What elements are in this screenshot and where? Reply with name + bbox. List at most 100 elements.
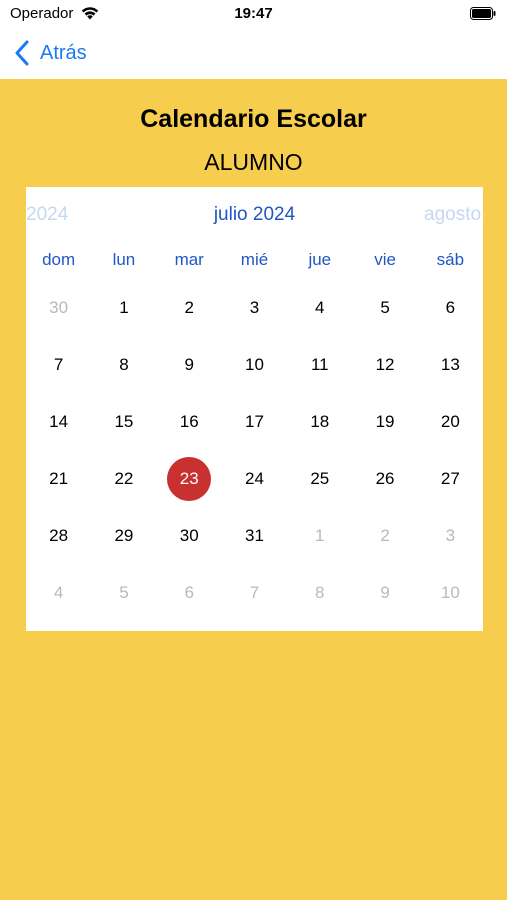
calendar-day[interactable]: 25 [287,450,352,507]
calendar-grid: 30 1 2 3 4 5 6 7 8 9 10 11 12 13 14 15 16 17 18 19 20 21 22 23 2… [26,279,483,621]
selected-day[interactable]: 23 [157,450,222,507]
calendar-day[interactable]: 8 [287,564,352,621]
day-number: 26 [375,468,395,488]
current-month-label[interactable]: julio 2024 [26,204,483,226]
day-number: 16 [179,411,199,431]
calendar-day[interactable]: 6 [157,564,222,621]
page-subtitle: ALUMNO [204,149,303,175]
calendar-day[interactable]: 2 [157,279,222,336]
calendar-day[interactable]: 6 [418,279,483,336]
day-number: 8 [315,582,325,602]
day-number: 1 [315,525,325,545]
day-number: 13 [440,354,460,374]
day-number: 15 [114,411,134,431]
day-number: 6 [445,297,456,317]
day-number: 23 [167,456,212,501]
calendar-day[interactable]: 8 [91,336,156,393]
calendar-day[interactable]: 26 [352,450,417,507]
calendar-day[interactable]: 28 [26,507,91,564]
day-number: 18 [310,411,330,431]
day-number: 3 [249,297,260,317]
calendar-day[interactable]: 7 [26,336,91,393]
calendar-day[interactable]: 24 [222,450,287,507]
day-number: 2 [184,297,194,317]
day-number: 5 [119,582,129,602]
weekday-label: mié [240,250,269,269]
calendar-day[interactable]: 27 [418,450,483,507]
back-button[interactable]: Atrás [14,38,87,68]
day-number: 2 [380,525,390,545]
day-number: 4 [315,297,325,317]
calendar-day[interactable]: 30 [157,507,222,564]
calendar-day[interactable]: 31 [222,507,287,564]
day-number: 17 [245,411,264,431]
calendar-day[interactable]: 12 [352,336,417,393]
calendar-day[interactable]: 17 [222,393,287,450]
calendar-week-row: 21 22 23 24 25 26 27 [26,450,483,507]
navigation-bar: Atrás [0,30,507,79]
calendar-day[interactable]: 20 [418,393,483,450]
content-area: Calendario Escolar ALUMNO 2024 julio 202… [0,79,507,900]
calendar-day[interactable]: 11 [287,336,352,393]
calendar-week-row: 4 5 6 7 8 9 10 [26,564,483,621]
calendar-week-row: 14 15 16 17 18 19 20 [26,393,483,450]
calendar-day[interactable]: 7 [222,564,287,621]
calendar-day[interactable]: 5 [352,279,417,336]
day-number: 20 [440,411,460,431]
calendar: 2024 julio 2024 agosto dom lun mar mié jue vi… [26,187,483,631]
calendar-day[interactable]: 14 [26,393,91,450]
calendar-day[interactable]: 10 [222,336,287,393]
calendar-week-row: 30 1 2 3 4 5 6 [26,279,483,336]
day-number: 10 [245,354,264,374]
calendar-day[interactable]: 5 [91,564,156,621]
calendar-day[interactable]: 16 [157,393,222,450]
calendar-day[interactable]: 10 [418,564,483,621]
day-number: 29 [114,525,134,545]
calendar-day[interactable]: 4 [287,279,352,336]
day-number: 22 [114,468,134,488]
calendar-day[interactable]: 18 [287,393,352,450]
day-number: 10 [440,582,460,602]
day-number: 24 [245,468,264,488]
day-number: 21 [49,468,69,488]
day-number: 14 [49,411,69,431]
calendar-day[interactable]: 4 [26,564,91,621]
calendar-day[interactable]: 9 [157,336,222,393]
page-title: Calendario Escolar [140,105,367,133]
calendar-day[interactable]: 1 [287,507,352,564]
calendar-day[interactable]: 19 [352,393,417,450]
month-selector: 2024 julio 2024 agosto [26,204,483,230]
calendar-day[interactable]: 30 [26,279,91,336]
day-number: 7 [249,582,260,602]
calendar-day[interactable]: 3 [418,507,483,564]
day-number: 25 [310,468,330,488]
day-number: 6 [184,582,194,602]
day-number: 8 [119,354,129,374]
status-bar: Operador 19:47 [0,0,507,30]
day-number: 3 [445,525,456,545]
calendar-day[interactable]: 29 [91,507,156,564]
weekday-label: dom [42,250,76,269]
calendar-week-row: 28 29 30 31 1 2 3 [26,507,483,564]
day-number: 7 [53,354,64,374]
calendar-day[interactable]: 3 [222,279,287,336]
calendar-day[interactable]: 13 [418,336,483,393]
day-number: 31 [245,525,264,545]
weekday-label: mar [174,250,204,269]
day-number: 9 [184,354,194,374]
calendar-day[interactable]: 9 [352,564,417,621]
day-number: 11 [310,354,329,374]
day-number: 4 [53,582,64,602]
next-month-label[interactable]: agosto [424,204,481,226]
weekday-label: lun [112,250,136,269]
calendar-day[interactable]: 15 [91,393,156,450]
chevron-left-icon [15,40,29,66]
day-number: 28 [49,525,69,545]
calendar-day[interactable]: 1 [91,279,156,336]
weekday-label: jue [308,250,332,269]
day-number: 27 [440,468,460,488]
calendar-day[interactable]: 2 [352,507,417,564]
status-time: 19:47 [234,5,273,22]
calendar-day[interactable]: 21 [26,450,91,507]
calendar-day[interactable]: 22 [91,450,156,507]
